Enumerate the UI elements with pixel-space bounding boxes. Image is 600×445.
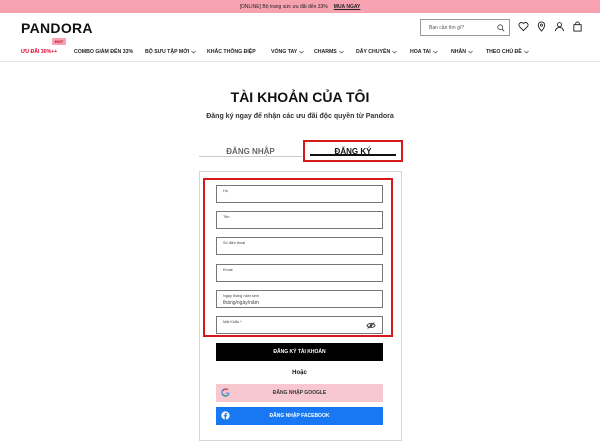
facebook-icon [221,411,230,420]
eye-slash-icon[interactable] [366,322,376,329]
chevron-down-icon [299,50,305,54]
google-login-button[interactable]: ĐĂNG NHẬP GOOGLE [216,384,383,402]
or-divider: Hoặc [292,370,307,376]
register-button[interactable]: ĐĂNG KÝ TÀI KHOẢN [216,343,383,361]
nav-item[interactable]: CHARMS [314,49,344,55]
nav-item[interactable]: VÒNG TAY [271,49,305,55]
field-label: Họ [223,189,228,193]
google-login-label: ĐĂNG NHẬP GOOGLE [272,390,327,396]
nav-item-label: ƯU ĐÃI 30%++ [21,49,58,55]
promo-bar: [ONLINE] Bộ trang sức ưu đãi đến 33% MUA… [0,0,600,13]
nav-item[interactable]: COMBO GIẢM ĐẾN 33% [74,49,133,55]
chevron-down-icon [338,50,344,54]
nav-item-label: VÒNG TAY [271,49,298,55]
nav-item[interactable]: ƯU ĐÃI 30%++ [21,49,57,55]
field-label: Email [223,268,233,272]
field-label: Mật Khẩu * [223,320,242,324]
nav-item[interactable]: DÂY CHUYỀN [356,49,398,55]
facebook-login-label: ĐĂNG NHẬP FACEBOOK [269,413,330,419]
chevron-down-icon [191,50,196,54]
chevron-down-icon [523,50,529,54]
main-nav: ƯU ĐÃI 30%++ COMBO GIẢM ĐẾN 33% BỘ SƯU TẬP… [0,43,600,62]
tab-login[interactable]: ĐĂNG NHẬP [199,140,302,162]
nav-item-label: BỘ SƯU TẬP MỚI [145,49,190,55]
email-field[interactable]: Email [216,264,383,282]
google-icon [221,388,230,397]
field-label: Tên [223,215,230,219]
field-label: Số điện thoại [223,241,246,245]
field-value: tháng/ngày/năm [223,300,259,306]
search-input[interactable]: Bạn cần tìm gì? [420,19,510,36]
search-placeholder: Bạn cần tìm gì? [429,24,465,31]
nav-item[interactable]: THEO CHỦ ĐỀ [486,49,529,55]
page-title: TÀI KHOẢN CỦA TÔI [230,89,370,105]
nav-item-label: CHARMS [314,49,337,55]
password-field[interactable]: Mật Khẩu * [216,316,383,334]
nav-item-label: NHẪN [451,49,466,55]
nav-item[interactable]: NHẪN [451,49,473,55]
shopping-bag-icon[interactable] [572,21,583,32]
nav-item[interactable]: BỘ SƯU TẬP MỚI [145,49,196,55]
nav-item[interactable]: KHẮC THÔNG ĐIỆP [207,49,256,55]
header-icons [518,21,583,32]
phone-field[interactable]: Số điện thoại [216,237,383,255]
header: PANDORA Bạn cần tìm gì? [0,13,600,43]
location-pin-icon[interactable] [536,21,547,32]
tab-register[interactable]: ĐĂNG KÝ [303,140,403,162]
field-label: Ngày tháng năm sinh [223,294,259,298]
nav-item-label: KHẮC THÔNG ĐIỆP [207,49,256,55]
search-icon[interactable] [497,24,505,32]
promo-link[interactable]: MUA NGAY [334,4,361,10]
chevron-down-icon [392,50,398,54]
first-name-field[interactable]: Tên [216,211,383,229]
nav-item-label: THEO CHỦ ĐỀ [486,49,522,55]
nav-item[interactable]: HOA TAI [410,49,438,55]
birthdate-field[interactable]: Ngày tháng năm sinh tháng/ngày/năm [216,290,383,308]
pandora-logo[interactable]: PANDORA [21,20,93,36]
nav-item-label: HOA TAI [410,49,431,55]
last-name-field[interactable]: Họ [216,185,383,203]
nav-item-label: DÂY CHUYỀN [356,49,391,55]
nav-item-label: COMBO GIẢM ĐẾN 33% [74,49,134,55]
chevron-down-icon [468,50,473,54]
user-icon[interactable] [554,21,565,32]
promo-text: [ONLINE] Bộ trang sức ưu đãi đến 33% [239,3,328,10]
auth-tabs: ĐĂNG NHẬP ĐĂNG KÝ [199,140,403,162]
facebook-login-button[interactable]: ĐĂNG NHẬP FACEBOOK [216,407,383,425]
chevron-down-icon [432,50,438,54]
page-subtitle: Đăng ký ngay để nhận các ưu đãi độc quyề… [206,113,394,120]
heart-icon[interactable] [518,21,529,32]
